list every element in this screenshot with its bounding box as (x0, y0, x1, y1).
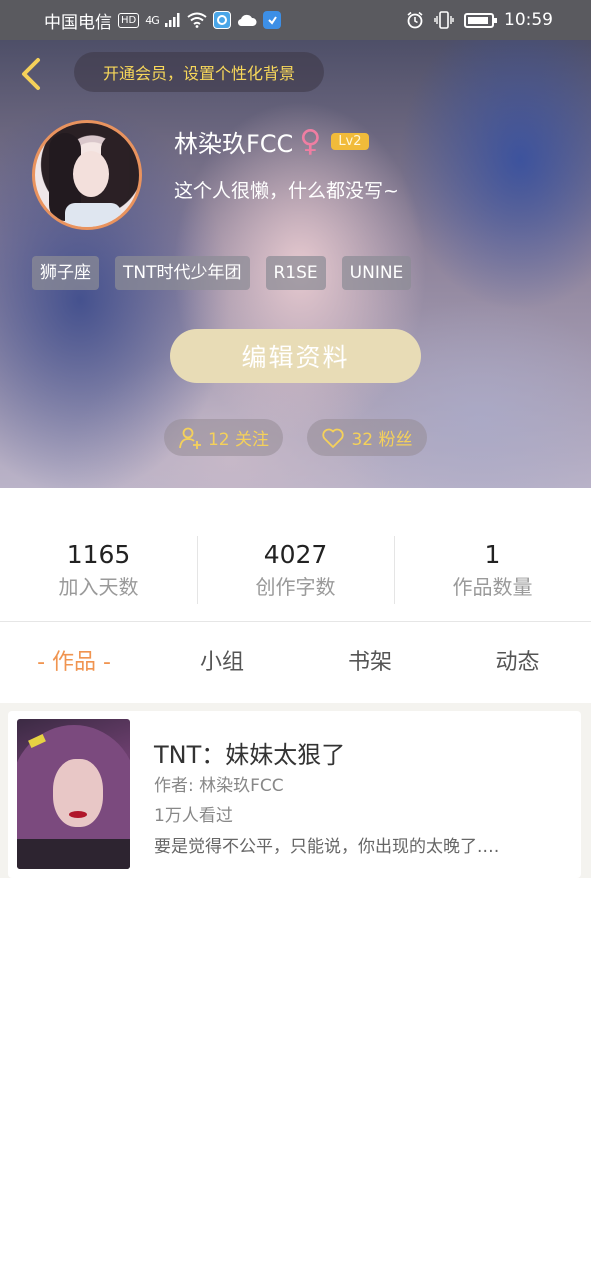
work-cover-image (17, 719, 130, 869)
work-author: 作者: 林染玖FCC (154, 776, 284, 796)
signal-icon (164, 13, 180, 27)
alarm-icon (407, 11, 423, 29)
tab-works[interactable]: - 作品 - (0, 623, 148, 703)
stat-value: 1165 (66, 540, 131, 569)
fans-count: 32 粉丝 (351, 430, 413, 450)
username: 林染玖FCC (174, 130, 294, 158)
stats-bar: 1165 加入天数 4027 创作字数 1 作品数量 (0, 488, 591, 622)
stat-value: 1 (484, 540, 501, 569)
work-card[interactable]: TNT：妹妹太狠了 作者: 林染玖FCC 1万人看过 要是觉得不公平，只能说，你… (8, 711, 581, 878)
stat-words-written: 4027 创作字数 (197, 538, 394, 602)
tag-list: 狮子座 TNT时代少年团 R1SE UNINE (32, 256, 412, 290)
tab-activity[interactable]: 动态 (444, 623, 591, 703)
fans-button[interactable]: 32 粉丝 (307, 419, 427, 456)
stat-label: 作品数量 (452, 575, 533, 599)
username-row: 林染玖FCC ♀ Lv2 (174, 124, 369, 159)
vip-background-banner[interactable]: 开通会员，设置个性化背景 (74, 52, 324, 92)
tab-groups[interactable]: 小组 (148, 623, 296, 703)
heart-icon (322, 428, 345, 448)
carrier-label: 中国电信 (44, 12, 112, 33)
work-views: 1万人看过 (154, 806, 233, 826)
person-add-icon (179, 427, 201, 449)
clock: 10:59 (504, 10, 553, 30)
female-icon: ♀ (299, 123, 322, 159)
app-notification-icon (212, 11, 231, 29)
stat-label: 加入天数 (58, 575, 139, 599)
following-count: 12 关注 (207, 430, 270, 450)
signature: 这个人很懒，什么都没写~ (174, 180, 399, 202)
battery-icon (464, 12, 497, 28)
hd-badge: HD (118, 12, 140, 28)
work-excerpt: 要是觉得不公平，只能说，你出现的太晚了.… (154, 837, 500, 857)
edit-profile-button[interactable]: 编辑资料 (170, 329, 421, 383)
stat-days-joined: 1165 加入天数 (0, 538, 197, 602)
network-type: 4G (145, 13, 159, 27)
wifi-icon (187, 12, 207, 28)
tag-item[interactable]: TNT时代少年团 (115, 256, 250, 290)
app-shortcut-icon (262, 11, 281, 29)
avatar[interactable] (32, 120, 142, 230)
work-title: TNT：妹妹太狠了 (154, 741, 346, 769)
stat-works-count: 1 作品数量 (394, 538, 591, 602)
following-button[interactable]: 12 关注 (164, 419, 283, 456)
chevron-left-icon (22, 58, 40, 90)
stat-label: 创作字数 (255, 575, 336, 599)
cloud-icon (237, 14, 257, 27)
tag-item[interactable]: R1SE (265, 256, 326, 290)
status-bar: 中国电信 HD 4G 10:59 (0, 0, 591, 40)
vibrate-icon (434, 11, 454, 29)
tag-item[interactable]: UNINE (341, 256, 412, 290)
profile-header: 开通会员，设置个性化背景 林染玖FCC ♀ Lv2 这个人很懒，什么都没写~ 狮… (0, 40, 591, 488)
content-tabs: - 作品 - 小组 书架 动态 (0, 623, 591, 703)
stat-value: 4027 (263, 540, 328, 569)
tab-bookshelf[interactable]: 书架 (296, 623, 444, 703)
back-button[interactable] (14, 56, 50, 92)
tag-item[interactable]: 狮子座 (32, 256, 99, 290)
level-badge: Lv2 (331, 133, 369, 150)
